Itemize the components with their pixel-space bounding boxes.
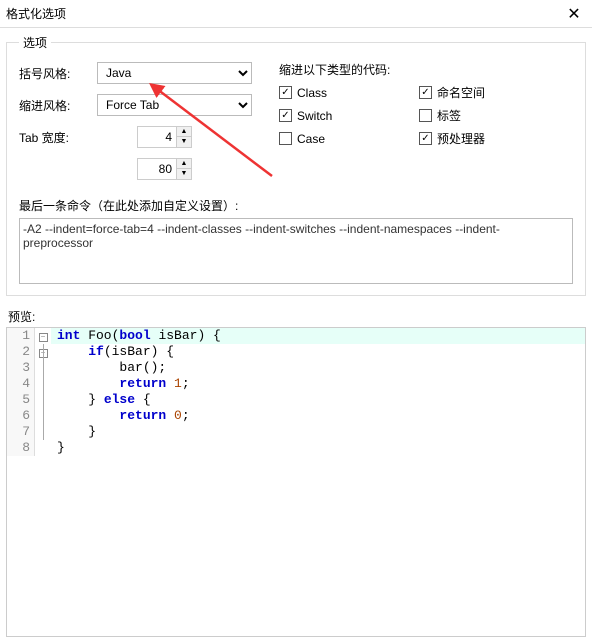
code-line: if(isBar) { [51, 344, 174, 360]
bracket-style-label: 括号风格: [19, 65, 97, 82]
code-line: return 1; [51, 376, 190, 392]
checkbox-preprocessor[interactable]: 预处理器 [419, 130, 559, 147]
indent-types-label: 缩进以下类型的代码: [279, 61, 573, 78]
preview-label: 预览: [8, 308, 584, 325]
command-textarea[interactable]: -A2 --indent=force-tab=4 --indent-classe… [19, 218, 573, 284]
code-line: bar(); [51, 360, 166, 376]
titlebar: 格式化选项 ✕ [0, 0, 592, 28]
wrap-spinner[interactable]: ▲▼ [137, 158, 192, 180]
code-editor[interactable]: 1−int Foo(bool isBar) { 2− if(isBar) { 3… [7, 328, 585, 456]
spin-down-icon[interactable]: ▼ [177, 137, 191, 147]
checkbox-case[interactable]: Case [279, 130, 419, 147]
code-line: int Foo(bool isBar) { [51, 328, 221, 344]
tab-width-label: Tab 宽度: [19, 129, 97, 146]
checkbox-class[interactable]: Class [279, 84, 419, 101]
code-line: } else { [51, 392, 151, 408]
spin-down-icon[interactable]: ▼ [177, 169, 191, 179]
tab-width-spinner[interactable]: ▲▼ [137, 126, 192, 148]
window-title: 格式化选项 [6, 5, 66, 22]
checkbox-namespace[interactable]: 命名空间 [419, 84, 559, 101]
code-line: return 0; [51, 408, 190, 424]
tab-width-input[interactable] [137, 126, 177, 148]
checkbox-label[interactable]: 标签 [419, 107, 559, 124]
last-command-label: 最后一条命令（在此处添加自定义设置）: [19, 197, 573, 214]
code-line: } [51, 440, 65, 456]
indent-style-label: 缩进风格: [19, 97, 97, 114]
options-legend: 选项 [19, 34, 51, 51]
indent-style-combo[interactable]: Force Tab [97, 94, 252, 116]
spin-up-icon[interactable]: ▲ [177, 159, 191, 169]
right-column: 缩进以下类型的代码: Class 命名空间 Switch 标签 Case 预处理… [269, 61, 573, 189]
code-line: } [51, 424, 96, 440]
close-icon[interactable]: ✕ [564, 4, 584, 24]
left-column: 括号风格: Java 缩进风格: Force Tab Tab 宽度: ▲▼ [19, 61, 269, 189]
bracket-style-combo[interactable]: Java [97, 62, 252, 84]
wrap-input[interactable] [137, 158, 177, 180]
spin-up-icon[interactable]: ▲ [177, 127, 191, 137]
preview-box: 1−int Foo(bool isBar) { 2− if(isBar) { 3… [6, 327, 586, 637]
checkbox-switch[interactable]: Switch [279, 107, 419, 124]
options-group: 选项 括号风格: Java 缩进风格: Force Tab Tab 宽度: [6, 34, 586, 296]
